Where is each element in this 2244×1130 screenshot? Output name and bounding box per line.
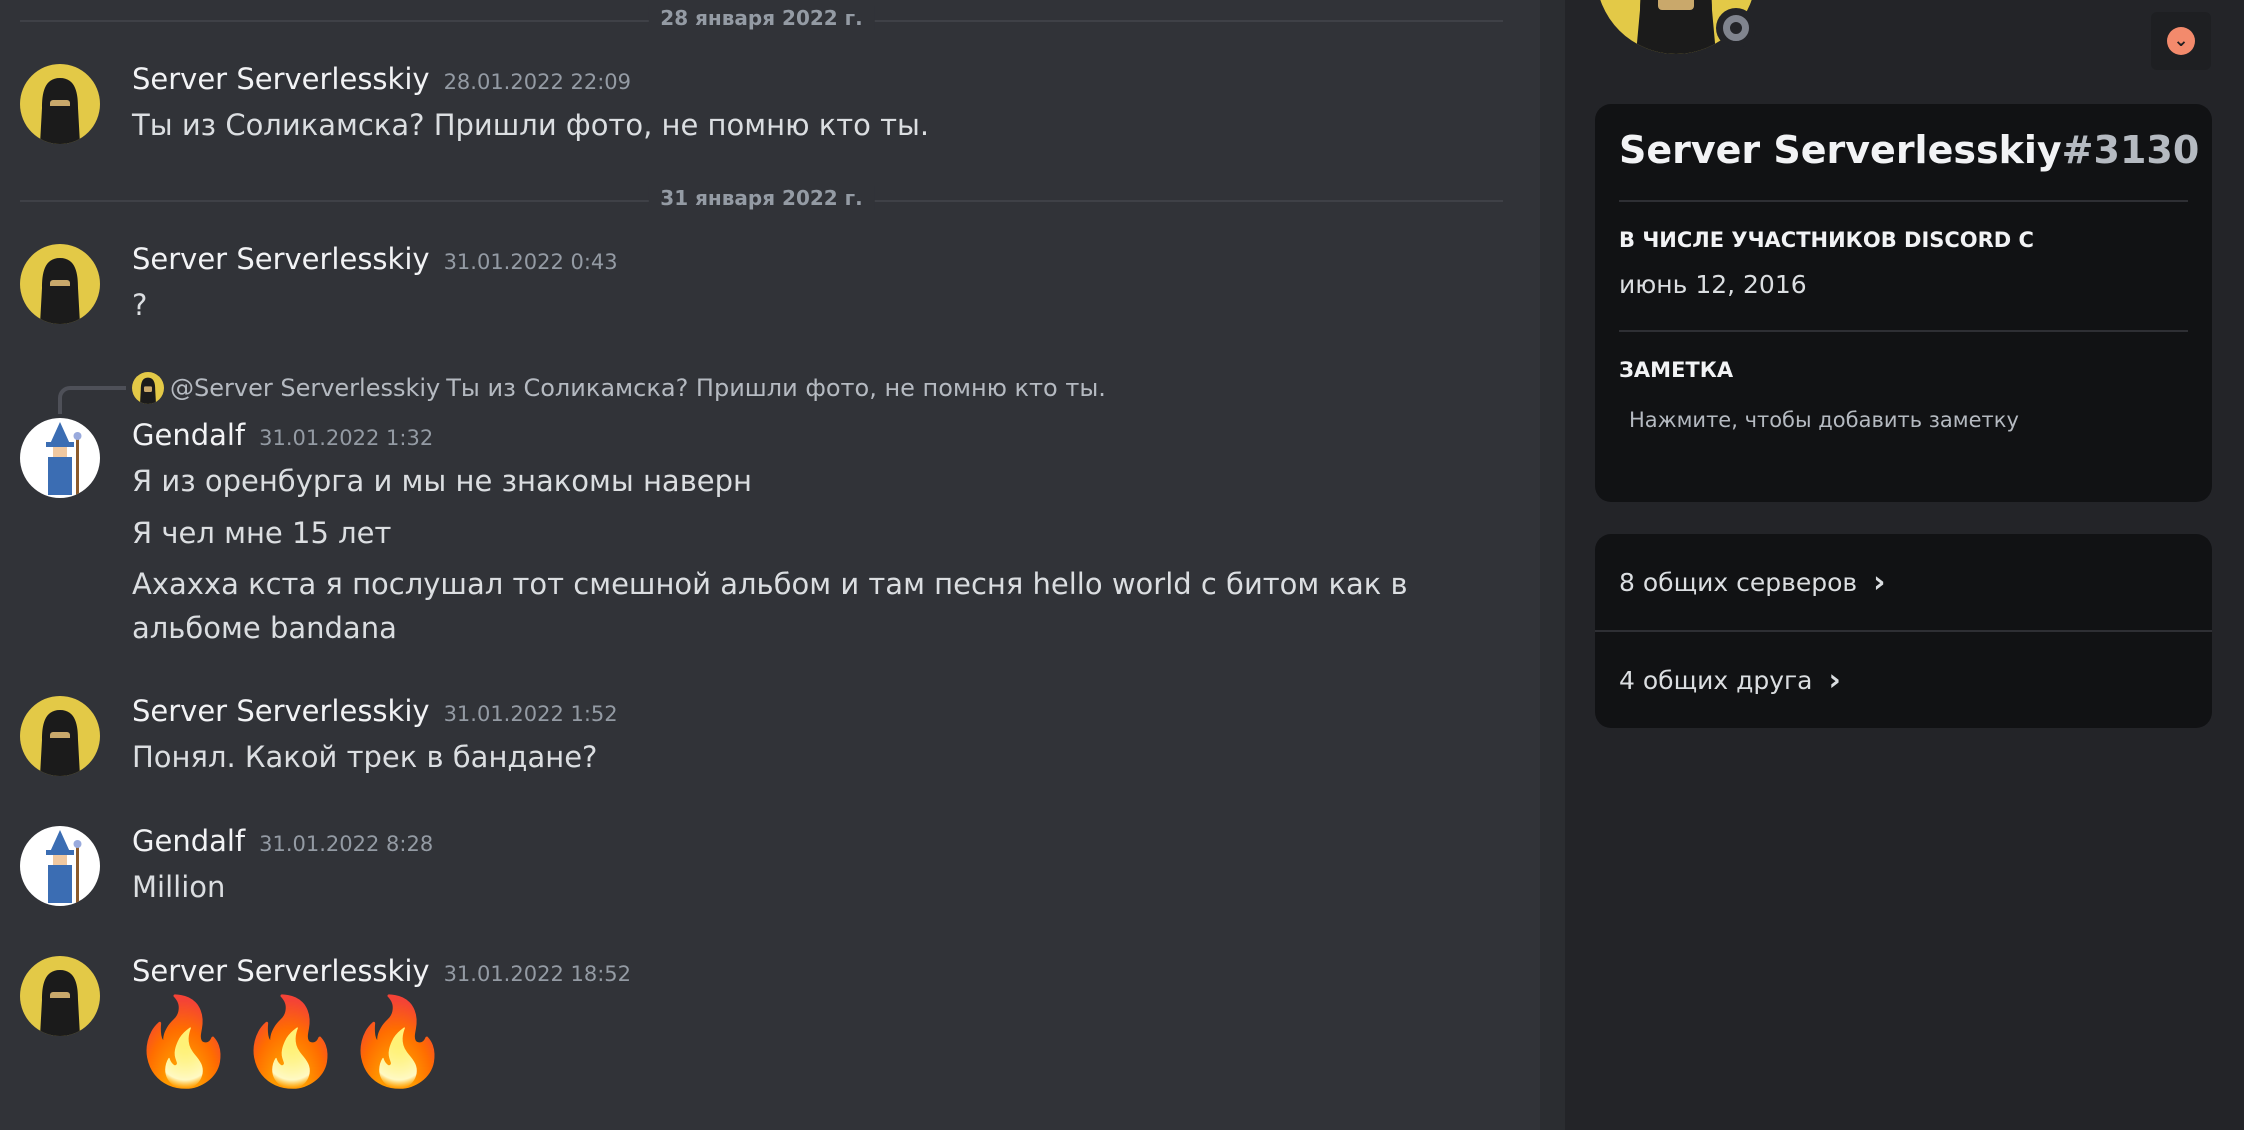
message-header: Gendalf 31.01.2022 1:32 xyxy=(132,418,433,452)
reply-preview[interactable]: @Server Serverlesskiy Ты из Соликамска? … xyxy=(132,372,1106,404)
avatar[interactable] xyxy=(20,956,100,1036)
reply-text[interactable]: Ты из Соликамска? Пришли фото, не помню … xyxy=(446,374,1106,402)
avatar[interactable] xyxy=(20,64,100,144)
author-name[interactable]: Gendalf xyxy=(132,418,245,452)
timestamp: 28.01.2022 22:09 xyxy=(443,70,631,94)
chevron-down-icon: ⌄ xyxy=(2167,27,2195,55)
fire-emoji[interactable]: 🔥🔥🔥 xyxy=(130,994,451,1090)
reply-avatar xyxy=(132,372,164,404)
message-text: Я из оренбурга и мы не знакомы наверн xyxy=(132,464,753,498)
author-name[interactable]: Server Serverlesskiy xyxy=(132,62,430,96)
message-header: Server Serverlesskiy 31.01.2022 18:52 xyxy=(132,954,631,988)
profile-card: Server Serverlesskiy#3130 В ЧИСЛЕ УЧАСТН… xyxy=(1595,104,2212,502)
member-since-date: июнь 12, 2016 xyxy=(1619,270,1807,299)
reply-spine xyxy=(58,386,126,414)
message-text: Я чел мне 15 лет xyxy=(132,516,392,550)
timestamp: 31.01.2022 1:52 xyxy=(443,702,618,726)
chevron-right-icon: › xyxy=(1873,564,1886,600)
chevron-right-icon: › xyxy=(1828,662,1841,698)
message-header: Server Serverlesskiy 31.01.2022 0:43 xyxy=(132,242,618,276)
message-text: Понял. Какой трек в бандане? xyxy=(132,740,598,774)
user-tag: #3130 xyxy=(2061,128,2200,172)
avatar[interactable] xyxy=(20,418,100,498)
mutual-servers-label: 8 общих серверов xyxy=(1619,567,1858,597)
emoji-row: 🔥🔥🔥 xyxy=(130,994,451,1090)
mutual-servers-link[interactable]: 8 общих серверов › xyxy=(1595,534,2212,630)
date-divider-label: 31 января 2022 г. xyxy=(648,186,875,210)
avatar[interactable] xyxy=(20,244,100,324)
message-header: Gendalf 31.01.2022 8:28 xyxy=(132,824,433,858)
message-header: Server Serverlesskiy 28.01.2022 22:09 xyxy=(132,62,631,96)
author-name[interactable]: Server Serverlesskiy xyxy=(132,954,430,988)
message-header: Server Serverlesskiy 31.01.2022 1:52 xyxy=(132,694,618,728)
message-text: ? xyxy=(132,288,148,322)
timestamp: 31.01.2022 0:43 xyxy=(443,250,618,274)
timestamp: 31.01.2022 8:28 xyxy=(259,832,434,856)
author-name[interactable]: Gendalf xyxy=(132,824,245,858)
note-title: ЗАМЕТКА xyxy=(1619,358,1734,382)
chat-area: 28 января 2022 г. Server Serverlesskiy 28… xyxy=(0,0,1540,1130)
avatar[interactable] xyxy=(20,826,100,906)
username: Server Serverlesskiy xyxy=(1619,128,2062,172)
divider xyxy=(1619,330,2188,332)
status-offline-icon xyxy=(1716,8,1756,48)
message-text: Ты из Соликамска? Пришли фото, не помню … xyxy=(132,108,930,142)
note-input[interactable]: Нажмите, чтобы добавить заметку xyxy=(1629,408,2019,432)
profile-username[interactable]: Server Serverlesskiy#3130 xyxy=(1619,128,2199,172)
mutual-friends-label: 4 общих друга xyxy=(1619,665,1813,695)
author-name[interactable]: Server Serverlesskiy xyxy=(132,242,430,276)
member-since-title: В ЧИСЛЕ УЧАСТНИКОВ DISCORD С xyxy=(1619,228,2034,252)
message-text: Ахахха кста я послушал тот смешной альбо… xyxy=(132,567,1408,645)
avatar[interactable] xyxy=(20,696,100,776)
panel-divider xyxy=(1540,0,1565,1130)
timestamp: 31.01.2022 18:52 xyxy=(443,962,631,986)
timestamp: 31.01.2022 1:32 xyxy=(259,426,434,450)
mutual-friends-link[interactable]: 4 общих друга › xyxy=(1595,632,2212,728)
collapse-button[interactable]: ⌄ xyxy=(2151,12,2211,70)
divider xyxy=(1619,200,2188,202)
reply-mention[interactable]: @Server Serverlesskiy xyxy=(170,374,440,402)
mutual-card: 8 общих серверов › 4 общих друга › xyxy=(1595,534,2212,728)
message-text: Million xyxy=(132,870,226,904)
date-divider: 28 января 2022 г. xyxy=(20,6,1503,30)
date-divider-label: 28 января 2022 г. xyxy=(648,6,875,30)
date-divider: 31 января 2022 г. xyxy=(20,186,1503,210)
author-name[interactable]: Server Serverlesskiy xyxy=(132,694,430,728)
